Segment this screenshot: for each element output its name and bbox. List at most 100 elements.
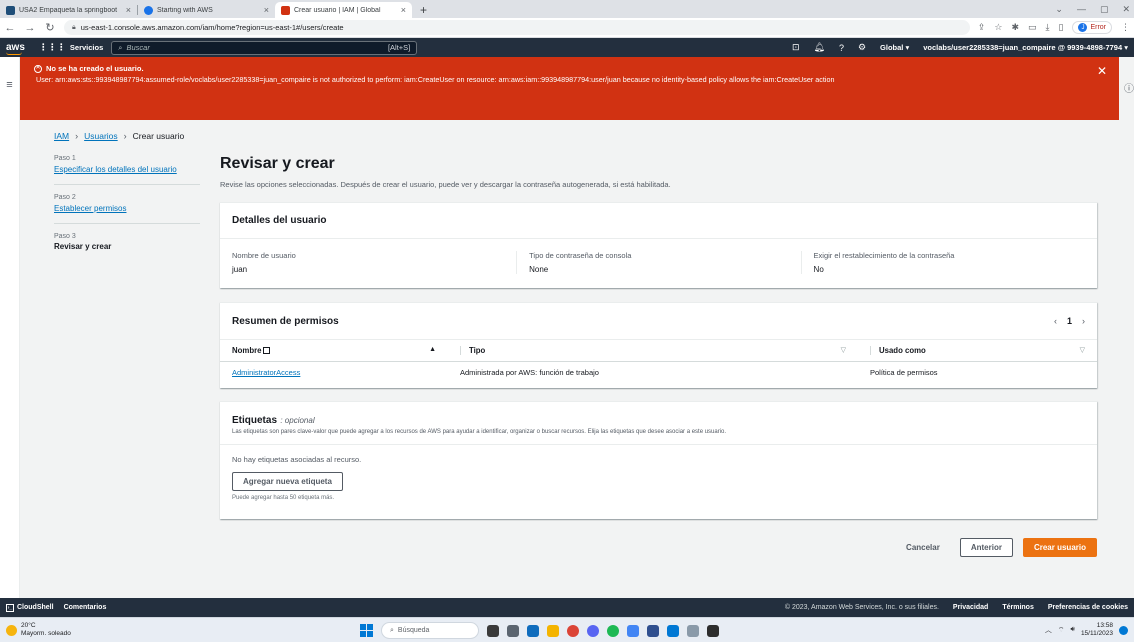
close-tab-icon[interactable]: × — [126, 5, 131, 15]
taskbar-search-input[interactable]: ⌕ Búsqueda — [381, 622, 479, 639]
bell-icon[interactable]: 🔔︎ — [814, 42, 825, 53]
app-icon[interactable] — [627, 624, 639, 637]
create-user-button[interactable]: Crear usuario — [1022, 538, 1097, 557]
chevron-up-icon[interactable]: ︿ — [1045, 625, 1052, 635]
close-tab-icon[interactable]: × — [264, 5, 269, 15]
app-icon[interactable] — [587, 624, 599, 637]
windows-start-icon[interactable] — [360, 624, 373, 637]
profile-error-label: Error — [1090, 24, 1106, 31]
cookies-link[interactable]: Preferencias de cookies — [1048, 604, 1128, 611]
step-link-permissions[interactable]: Establecer permisos — [54, 203, 200, 214]
tab-favicon — [281, 5, 290, 15]
volume-icon[interactable]: 🔊︎ — [1071, 626, 1075, 634]
download-icon[interactable]: ⤓ — [1046, 22, 1050, 33]
previous-page-icon[interactable]: ‹ — [1054, 316, 1057, 326]
page-number[interactable]: 1 — [1067, 316, 1072, 326]
app-icon[interactable] — [647, 624, 659, 637]
minimize-icon[interactable]: — — [1077, 4, 1086, 14]
new-tab-button[interactable]: + — [412, 2, 435, 18]
sort-asc-icon[interactable]: ▲ — [429, 346, 436, 353]
app-icon[interactable] — [667, 624, 679, 637]
app-icon[interactable] — [487, 624, 499, 637]
extension-icon[interactable]: ✱ — [1011, 22, 1019, 33]
sun-icon — [6, 624, 17, 636]
app-icon[interactable] — [687, 624, 699, 637]
detail-password-reset: Exigir el restablecimiento de la contras… — [800, 251, 1085, 274]
step-link-details[interactable]: Especificar los detalles del usuario — [54, 164, 200, 175]
bookmark-star-icon[interactable]: ☆ — [994, 22, 1002, 33]
breadcrumb: IAM › Usuarios › Crear usuario — [54, 131, 184, 141]
clock[interactable]: 13:58 15/11/2023 — [1081, 622, 1113, 638]
close-window-icon[interactable]: ✕ — [1122, 4, 1130, 15]
terminal-icon[interactable] — [707, 624, 719, 637]
restore-icon[interactable]: ▢ — [1100, 4, 1109, 15]
browser-tab-1[interactable]: USA2 Empaqueta la springboot × — [0, 2, 137, 18]
detail-username: Nombre de usuario juan — [232, 251, 296, 274]
share-icon[interactable]: ⇪ — [978, 22, 986, 33]
breadcrumb-usuarios[interactable]: Usuarios — [84, 131, 118, 141]
step-label: Paso 3 — [54, 233, 76, 240]
table-row: AdministratorAccess Administrada por AWS… — [220, 362, 1097, 384]
reading-list-icon[interactable]: ▭ — [1028, 22, 1037, 33]
info-panel-icon[interactable]: ⓘ — [1124, 80, 1134, 95]
file-explorer-icon[interactable] — [547, 624, 559, 637]
hamburger-menu-icon[interactable]: ≡ — [0, 79, 19, 91]
error-heading: ✕ No se ha creado el usuario. — [34, 64, 144, 73]
column-header-type[interactable]: Tipo ▽ — [448, 339, 858, 362]
wizard-step-3: Paso 3 Revisar y crear — [54, 233, 200, 260]
help-icon[interactable]: ? — [839, 43, 844, 53]
privacy-link[interactable]: Privacidad — [953, 604, 988, 611]
region-selector[interactable]: Global ▾ — [880, 43, 909, 52]
wizard-step-2: Paso 2 Establecer permisos — [54, 194, 200, 224]
add-tag-button[interactable]: Agregar nueva etiqueta — [232, 472, 343, 491]
previous-button[interactable]: Anterior — [959, 538, 1013, 557]
tags-header: Etiquetas : opcional Las etiquetas son p… — [220, 402, 1097, 435]
spotify-icon[interactable] — [607, 624, 619, 637]
profile-error-button[interactable]: J Error — [1072, 21, 1112, 34]
app-icon[interactable] — [507, 624, 519, 637]
account-menu[interactable]: voclabs/user2285338=juan_compaire @ 9939… — [923, 43, 1128, 52]
aws-search-input[interactable]: ⌕ Buscar [Alt+S] — [111, 40, 418, 55]
browser-tab-2[interactable]: Starting with AWS × — [138, 2, 275, 18]
sort-icon[interactable]: ▽ — [841, 346, 846, 354]
app-icon[interactable] — [527, 624, 539, 637]
system-tray: ︿ ⌔ 🔊︎ 13:58 15/11/2023 — [1045, 622, 1128, 638]
policy-type: Administrada por AWS: función de trabajo — [460, 368, 599, 377]
column-header-used-as[interactable]: Usado como ▽ — [858, 339, 1097, 362]
wifi-icon[interactable]: ⌔ — [1058, 626, 1065, 635]
search-icon: ⌕ — [118, 42, 123, 52]
next-page-icon[interactable]: › — [1082, 316, 1085, 326]
detail-password-type: Tipo de contraseña de consola None — [516, 251, 800, 274]
chevron-right-icon: › — [75, 131, 79, 141]
windows-taskbar: 20°C Mayorm. soleado ⌕ Búsqueda ︿ ⌔ 🔊︎ 1… — [0, 617, 1134, 642]
tab-search-icon[interactable]: ⌄ — [1055, 4, 1063, 15]
lock-icon[interactable]: 🔒︎ — [72, 24, 76, 32]
weather-widget[interactable]: 20°C Mayorm. soleado — [6, 622, 71, 638]
aws-logo[interactable]: aws — [6, 42, 25, 55]
notification-icon[interactable] — [1119, 625, 1128, 635]
column-header-name[interactable]: Nombre ▲ — [220, 339, 448, 362]
feedback-link[interactable]: Comentarios — [64, 604, 107, 611]
cloudshell-button[interactable]: ›_ CloudShell — [6, 603, 54, 612]
back-icon[interactable]: ← — [4, 22, 16, 34]
browser-tab-3[interactable]: Crear usuario | IAM | Global × — [275, 2, 412, 18]
services-menu[interactable]: ⋮⋮⋮ Servicios — [39, 42, 103, 53]
breadcrumb-iam[interactable]: IAM — [54, 131, 69, 141]
close-tab-icon[interactable]: × — [401, 5, 406, 15]
address-bar[interactable]: 🔒︎ us-east-1.console.aws.amazon.com/iam/… — [64, 20, 970, 35]
close-icon[interactable]: ✕ — [1097, 65, 1107, 77]
cancel-button[interactable]: Cancelar — [896, 543, 950, 552]
side-panel-icon[interactable]: ▯ — [1058, 22, 1063, 33]
chrome-icon[interactable] — [567, 624, 579, 637]
terms-link[interactable]: Términos — [1002, 604, 1034, 611]
reload-icon[interactable]: ↻ — [44, 21, 56, 34]
avatar: J — [1078, 23, 1088, 32]
sort-icon[interactable]: ▽ — [1080, 346, 1085, 354]
cloudshell-icon[interactable]: ⊡ — [792, 42, 800, 53]
policy-link[interactable]: AdministratorAccess — [232, 368, 300, 377]
gear-icon[interactable]: ⚙ — [858, 42, 866, 53]
forward-icon[interactable]: → — [24, 22, 36, 34]
menu-kebab-icon[interactable]: ⋮ — [1121, 22, 1130, 33]
user-details-card: Detalles del usuario Nombre de usuario j… — [220, 202, 1097, 288]
chevron-right-icon: › — [123, 131, 127, 141]
